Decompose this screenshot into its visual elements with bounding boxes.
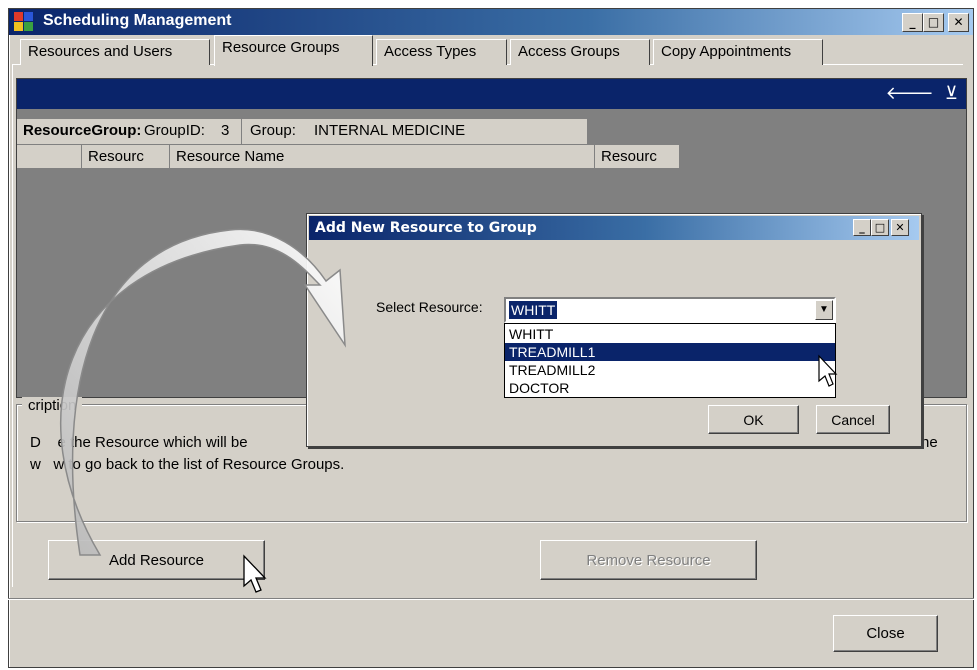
close-button[interactable]: Close xyxy=(833,615,938,652)
tab-resources-and-users[interactable]: Resources and Users xyxy=(20,39,210,65)
window-titlebar[interactable]: Scheduling Management _ □ ✕ xyxy=(9,9,973,35)
group-label: Group: xyxy=(250,122,296,139)
tab-copy-appointments[interactable]: Copy Appointments xyxy=(653,39,823,65)
remove-resource-button[interactable]: Remove Resource xyxy=(540,540,757,580)
window-title: Scheduling Management xyxy=(43,12,232,29)
dialog-title: Add New Resource to Group xyxy=(315,220,537,236)
description-line1: D e the Resource which will be xyxy=(30,434,248,451)
dialog-close-icon[interactable]: ✕ xyxy=(891,219,909,236)
description-line1-tail: ne xyxy=(921,434,938,451)
grid-caption: 🡐 ⊻ xyxy=(17,79,966,109)
dialog-minimize-icon[interactable]: _ xyxy=(853,219,871,236)
collapse-icon[interactable]: ⊻ xyxy=(945,83,958,103)
minimize-icon[interactable]: _ xyxy=(902,13,923,32)
cancel-button[interactable]: Cancel xyxy=(816,405,890,434)
dropdown-option-doctor[interactable]: DOCTOR xyxy=(505,379,835,397)
parent-row-label: ResourceGroup: xyxy=(23,122,142,139)
row-header-cell xyxy=(17,145,82,169)
tab-resource-groups[interactable]: Resource Groups xyxy=(214,35,373,66)
resource-combobox[interactable]: WHITT ▼ xyxy=(504,297,836,323)
description-legend: cription xyxy=(22,397,83,414)
dialog-maximize-icon[interactable]: □ xyxy=(871,219,889,236)
group-id-value: 3 xyxy=(221,122,230,139)
parent-row: ResourceGroup: GroupID: 3 Group: INTERNA… xyxy=(17,119,587,145)
tab-access-groups[interactable]: Access Groups xyxy=(510,39,650,65)
description-line2: w w to go back to the list of Resource G… xyxy=(30,456,345,473)
group-id-label: GroupID: xyxy=(144,122,205,139)
dropdown-option-treadmill2[interactable]: TREADMILL2 xyxy=(505,361,835,379)
app-icon xyxy=(14,12,34,32)
select-resource-label: Select Resource: xyxy=(376,299,483,315)
dropdown-option-treadmill1[interactable]: TREADMILL1 xyxy=(505,343,835,361)
chevron-down-icon[interactable]: ▼ xyxy=(815,300,833,320)
tab-access-types[interactable]: Access Types xyxy=(376,39,507,65)
column-header-resource-id[interactable]: Resourc xyxy=(82,145,170,169)
resource-combobox-value: WHITT xyxy=(509,301,558,319)
column-header-resource-extra[interactable]: Resourc xyxy=(595,145,680,169)
dialog-titlebar[interactable]: Add New Resource to Group _ □ ✕ xyxy=(309,216,919,240)
back-arrow-icon[interactable]: 🡐 xyxy=(886,83,934,103)
close-icon[interactable]: ✕ xyxy=(948,13,969,32)
ok-button[interactable]: OK xyxy=(708,405,799,434)
dropdown-option-whitt[interactable]: WHITT xyxy=(505,325,835,343)
resource-dropdown-list[interactable]: WHITT TREADMILL1 TREADMILL2 DOCTOR xyxy=(504,323,836,398)
add-resource-button[interactable]: Add Resource xyxy=(48,540,265,580)
group-name-value: INTERNAL MEDICINE xyxy=(314,122,466,139)
column-header-resource-name[interactable]: Resource Name xyxy=(170,145,595,169)
separator xyxy=(8,598,974,599)
maximize-icon[interactable]: □ xyxy=(923,13,944,32)
